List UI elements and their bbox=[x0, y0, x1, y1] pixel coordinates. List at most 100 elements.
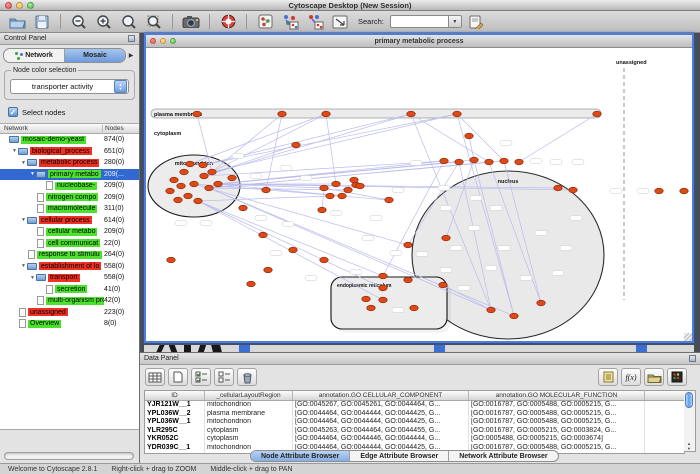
network-node[interactable] bbox=[404, 242, 412, 248]
cell-cellularlayoutregion[interactable]: cytoplasm bbox=[205, 435, 293, 444]
network-node[interactable] bbox=[379, 285, 387, 291]
expand-arrow-icon[interactable]: ▼ bbox=[29, 171, 36, 177]
network-node[interactable] bbox=[332, 181, 340, 187]
network-edge[interactable] bbox=[322, 188, 324, 210]
network-node[interactable] bbox=[239, 205, 247, 211]
network-node[interactable] bbox=[170, 177, 178, 183]
network-edge[interactable] bbox=[218, 160, 474, 184]
network-node[interactable] bbox=[186, 161, 194, 167]
tree-row-multi-organism-pro[interactable]: multi-organism pro42(0) bbox=[0, 295, 139, 307]
scrollbar-arrows[interactable]: ▲▼ bbox=[684, 441, 694, 451]
layout-b-button[interactable] bbox=[304, 12, 326, 31]
tree-row-nucleobase[interactable]: nucleobase-209(0) bbox=[0, 180, 139, 192]
zoom-out-button[interactable] bbox=[68, 12, 90, 31]
expand-arrow-icon[interactable]: ▼ bbox=[20, 160, 27, 166]
tree-row-macromolecule[interactable]: macromolecule311(0) bbox=[0, 203, 139, 215]
tree-row-secretion[interactable]: secretion41(0) bbox=[0, 284, 139, 296]
table-scrollbar[interactable]: ▲▼ bbox=[684, 390, 696, 452]
cell-id[interactable]: YKR052C bbox=[145, 435, 205, 444]
tree-row-establishment-of-lo[interactable]: ▼establishment of lo558(0) bbox=[0, 261, 139, 273]
tree-row-response-to-stimulu[interactable]: response to stimulu264(0) bbox=[0, 249, 139, 261]
network-node[interactable] bbox=[338, 193, 346, 199]
search-options-button[interactable] bbox=[465, 12, 487, 31]
network-view-window[interactable]: primary metabolic process plasma membran… bbox=[144, 33, 694, 343]
cell-annotation-go-cellular-component[interactable]: [GO:0044464, GO:0044444, GO:0044425, G..… bbox=[293, 418, 469, 427]
search-input[interactable] bbox=[390, 15, 448, 28]
search-dropdown-button[interactable]: ▼ bbox=[448, 15, 462, 28]
cell-annotation-go-molecular-function[interactable]: [GO:0016787, GO:0005215, GO:0003824, G..… bbox=[469, 427, 645, 436]
network-node[interactable] bbox=[439, 282, 447, 288]
expand-arrow-icon[interactable]: ▼ bbox=[20, 263, 27, 269]
network-node[interactable] bbox=[214, 181, 222, 187]
column-header-annotation-go-molecular-function[interactable]: annotation.GO MOLECULAR_FUNCTION bbox=[469, 391, 645, 400]
unselect-all-attributes-button[interactable] bbox=[214, 368, 234, 386]
network-node[interactable] bbox=[166, 188, 174, 194]
snapshot-button[interactable] bbox=[180, 12, 202, 31]
network-node[interactable] bbox=[356, 183, 364, 189]
node-color-dropdown[interactable]: transporter activity ▲▼ bbox=[10, 79, 129, 94]
network-node[interactable] bbox=[320, 257, 328, 263]
column-header-annotation-go-cellular-component[interactable]: annotation.GO CELLULAR_COMPONENT bbox=[293, 391, 469, 400]
select-all-attributes-button[interactable] bbox=[191, 368, 211, 386]
tree-row-nitrogen-compo[interactable]: nitrogen compo209(0) bbox=[0, 192, 139, 204]
network-node[interactable] bbox=[264, 267, 272, 273]
expand-arrow-icon[interactable]: ▼ bbox=[11, 148, 18, 154]
delete-attribute-button[interactable] bbox=[237, 368, 257, 386]
network-node[interactable] bbox=[208, 169, 216, 175]
table-row-ypl036w-2[interactable]: YPL036W__2plasma membrane[GO:0044464, GO… bbox=[145, 410, 684, 419]
network-node[interactable] bbox=[318, 207, 326, 213]
network-node[interactable] bbox=[326, 193, 334, 199]
network-node[interactable] bbox=[289, 247, 297, 253]
cell-cellularlayoutregion[interactable]: mitochondrion bbox=[205, 418, 293, 427]
table-row-ypl036w-1[interactable]: YPL036W__1mitochondrion[GO:0044464, GO:0… bbox=[145, 418, 684, 427]
network-node[interactable] bbox=[322, 111, 330, 117]
network-node[interactable] bbox=[180, 169, 188, 175]
tab-edge-attribute-browser[interactable]: Edge Attribute Browser bbox=[350, 451, 449, 461]
network-node[interactable] bbox=[190, 181, 198, 187]
network-node[interactable] bbox=[350, 177, 358, 183]
cell-annotation-go-molecular-function[interactable]: [GO:0016787, GO:0005488, GO:0005215, G..… bbox=[469, 410, 645, 419]
zoom-in-button[interactable] bbox=[93, 12, 115, 31]
tree-row-cellular-metabo[interactable]: cellular metabo209(0) bbox=[0, 226, 139, 238]
tree-row-primary-metabo[interactable]: ▼primary metabo209(... bbox=[0, 169, 139, 181]
network-node[interactable] bbox=[554, 185, 562, 191]
network-node[interactable] bbox=[344, 187, 352, 193]
expand-arrow-icon[interactable]: ▼ bbox=[29, 275, 36, 281]
network-node[interactable] bbox=[515, 159, 523, 165]
network-node[interactable] bbox=[247, 281, 255, 287]
float-panel-icon[interactable] bbox=[689, 355, 696, 362]
zoom-fit-button[interactable] bbox=[118, 12, 140, 31]
network-node[interactable] bbox=[194, 198, 202, 204]
table-row-ylr295c[interactable]: YLR295Ccytoplasm[GO:0045263, GO:0044464,… bbox=[145, 427, 684, 436]
network-node[interactable] bbox=[655, 188, 663, 194]
column-header-id[interactable]: ID bbox=[145, 391, 205, 400]
tree-row-biological-process[interactable]: ▼biological_process651(0) bbox=[0, 146, 139, 158]
network-window-titlebar[interactable]: primary metabolic process bbox=[146, 35, 692, 48]
cell-id[interactable]: YPL036W__1 bbox=[145, 418, 205, 427]
network-node[interactable] bbox=[228, 175, 236, 181]
cell-annotation-go-molecular-function[interactable]: [GO:0016787, GO:0005488, GO:0005215, G..… bbox=[469, 401, 645, 410]
cell-annotation-go-cellular-component[interactable]: [GO:0045263, GO:0044464, GO:0044455, G..… bbox=[293, 427, 469, 436]
more-tabs-arrow[interactable]: ▶ bbox=[126, 52, 136, 59]
resize-grip[interactable] bbox=[684, 333, 692, 341]
cell-annotation-go-molecular-function[interactable]: [GO:0005488, GO:0005215, GO:0003674] bbox=[469, 435, 645, 444]
network-edge[interactable] bbox=[190, 114, 326, 164]
network-node[interactable] bbox=[379, 273, 387, 279]
save-session-button[interactable] bbox=[31, 12, 53, 31]
network-node[interactable] bbox=[205, 185, 213, 191]
open-session-button[interactable] bbox=[6, 12, 28, 31]
network-node[interactable] bbox=[453, 111, 461, 117]
table-row-yjr121w-1[interactable]: YJR121W__1mitochondrion[GO:0045267, GO:0… bbox=[145, 401, 684, 410]
network-node[interactable] bbox=[593, 111, 601, 117]
cell-cellularlayoutregion[interactable]: mitochondrion bbox=[205, 401, 293, 410]
cell-annotation-go-cellular-component[interactable]: [GO:0045267, GO:0045261, GO:0044464, G..… bbox=[293, 401, 469, 410]
network-node[interactable] bbox=[442, 235, 450, 241]
attribute-table-header[interactable]: ID_cellularLayoutRegionannotation.GO CEL… bbox=[145, 391, 684, 401]
network-node[interactable] bbox=[362, 296, 370, 302]
tab-mosaic[interactable]: Mosaic bbox=[65, 49, 125, 62]
cell-annotation-go-molecular-function[interactable]: [GO:0016787, GO:0005488, GO:0005215, G..… bbox=[469, 418, 645, 427]
tab-network-attribute-browser[interactable]: Network Attribute Browser bbox=[449, 451, 557, 461]
zoom-selected-button[interactable] bbox=[143, 12, 165, 31]
network-edge[interactable] bbox=[469, 136, 474, 160]
network-node[interactable] bbox=[177, 183, 185, 189]
